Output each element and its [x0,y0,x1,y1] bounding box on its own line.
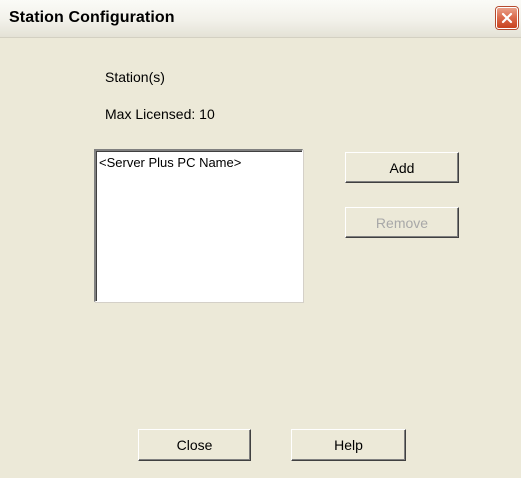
max-licensed-label: Max Licensed: 10 [105,106,215,122]
stations-listbox[interactable]: <Server Plus PC Name> [94,149,303,302]
remove-button[interactable]: Remove [345,207,459,238]
list-item[interactable]: <Server Plus PC Name> [99,155,241,170]
dialog-body: Station(s) Max Licensed: 10 <Server Plus… [0,38,521,478]
stations-label: Station(s) [105,69,165,85]
help-button[interactable]: Help [291,429,406,461]
window-title: Station Configuration [9,9,175,26]
title-bar[interactable]: Station Configuration [0,0,521,38]
add-button[interactable]: Add [345,152,459,183]
close-icon [501,12,513,24]
station-configuration-window: Station Configuration Station(s) Max Lic… [0,0,521,478]
close-button[interactable]: Close [138,429,251,461]
window-close-button[interactable] [496,7,518,29]
